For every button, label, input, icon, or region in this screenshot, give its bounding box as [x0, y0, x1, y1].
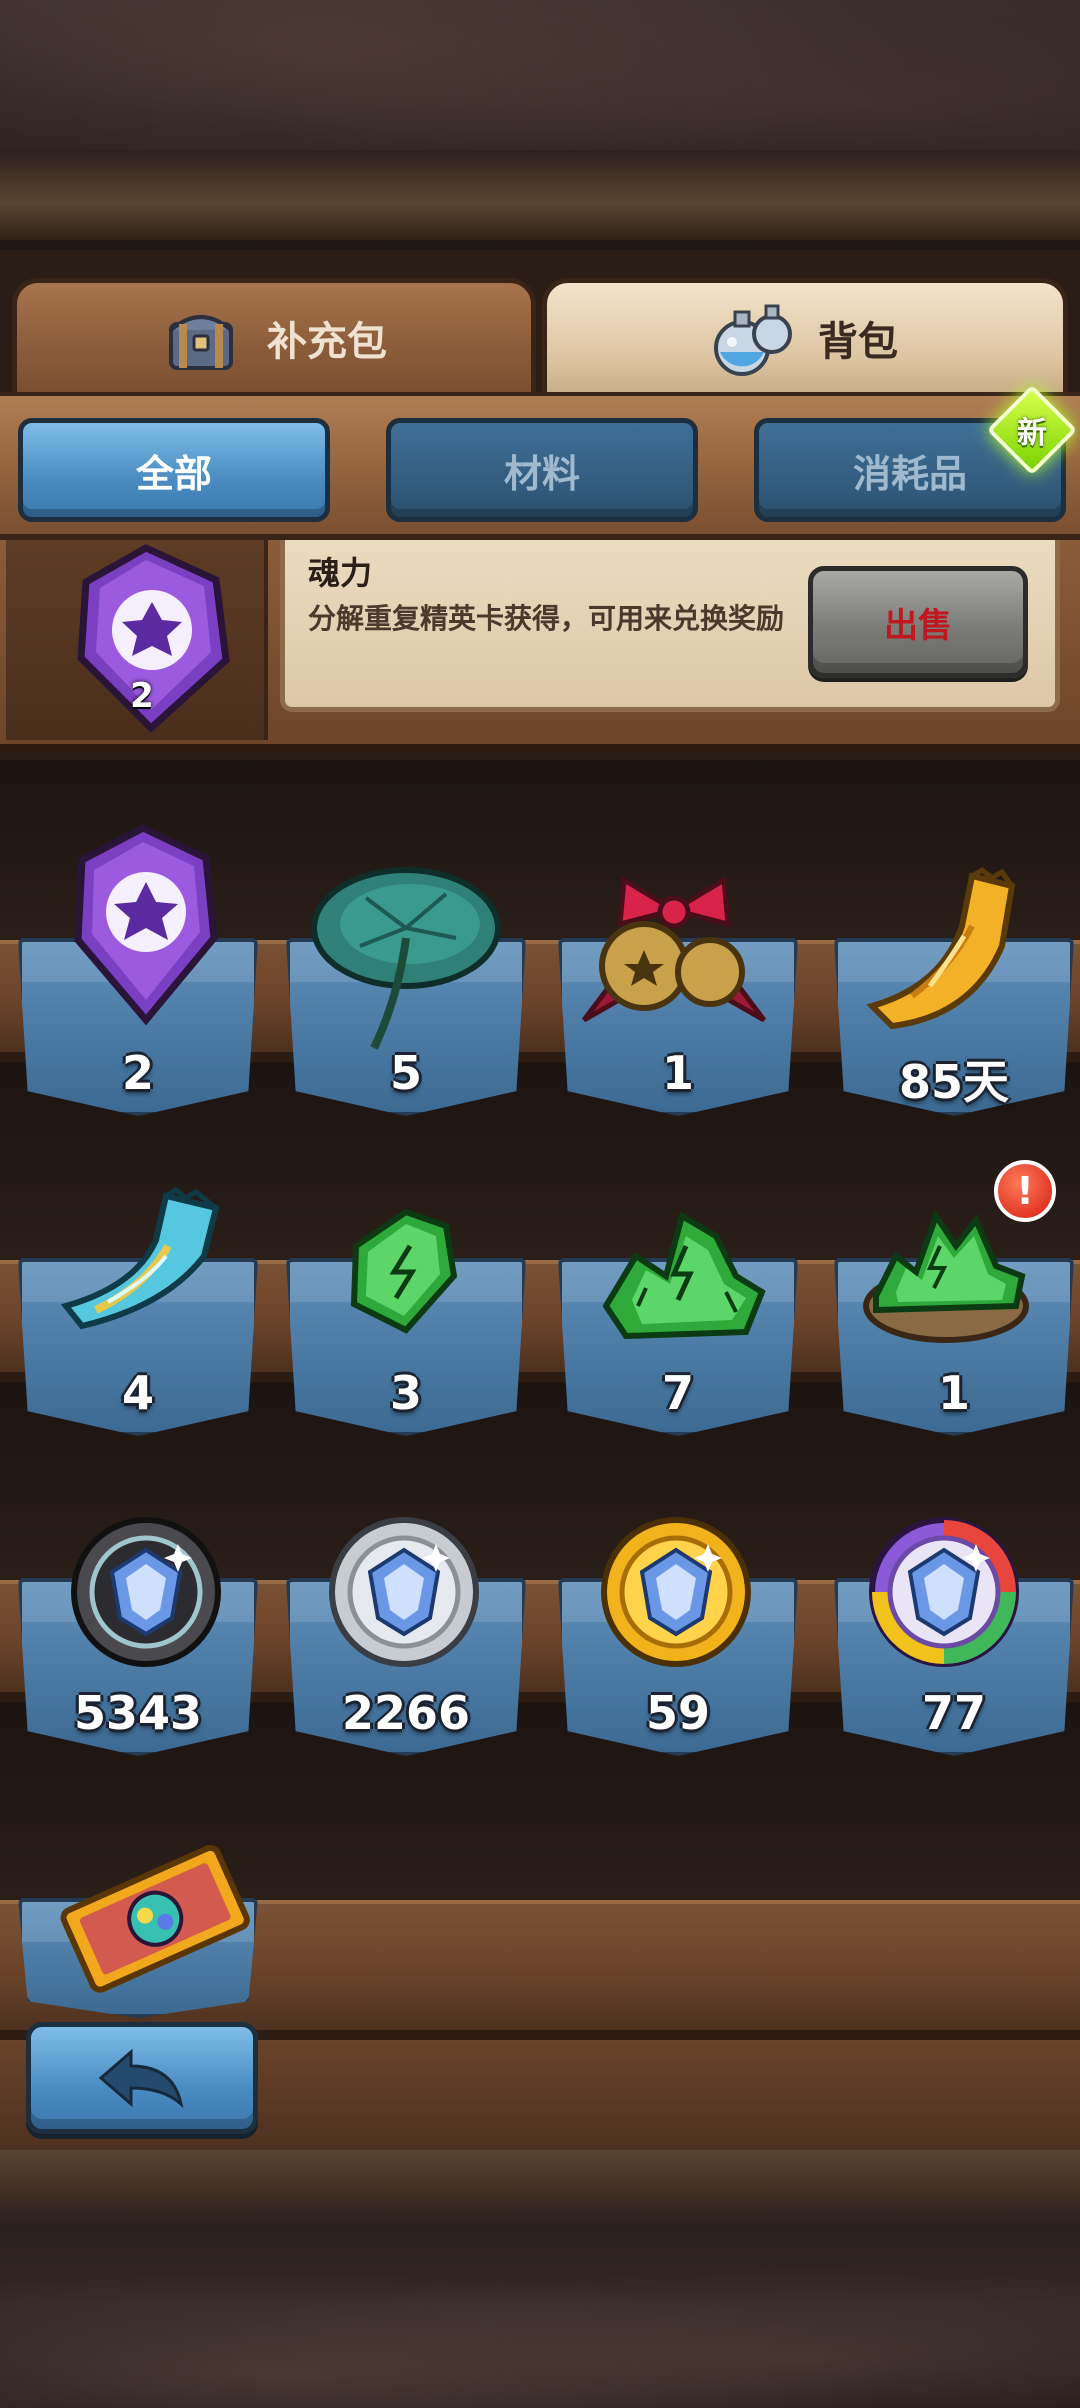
- subtab-materials[interactable]: 材料: [386, 418, 698, 522]
- sub-tab-bar: 全部 材料 消耗品: [0, 392, 1080, 540]
- tab-supply-pack-label: 补充包: [267, 319, 387, 365]
- item-count: 77: [921, 1686, 986, 1740]
- rainbow-gem-token-icon: [869, 1517, 1019, 1667]
- golden-bells-icon: [582, 875, 766, 1023]
- item-count: 3: [389, 1366, 422, 1420]
- blue-scroll-icon: [60, 1186, 220, 1330]
- chest-icon: [161, 298, 241, 378]
- detail-count: 2: [130, 676, 154, 716]
- item-count: 2266: [341, 1686, 471, 1740]
- golden-ticket-icon: [60, 1844, 250, 1993]
- new-badge-label: 新: [1017, 416, 1047, 451]
- alert-badge: !: [994, 1160, 1056, 1222]
- tab-backpack-label: 背包: [818, 319, 898, 365]
- silver-gem-token-icon: [329, 1517, 479, 1667]
- item-count: 5: [389, 1046, 422, 1100]
- potion-bottles-icon: [712, 298, 792, 378]
- lotus-leaf-icon: [311, 867, 501, 1050]
- item-count: 5343: [73, 1686, 203, 1740]
- item-count: 7: [661, 1366, 694, 1420]
- item-count: 2: [121, 1046, 154, 1100]
- black-gem-token-icon: [71, 1517, 221, 1667]
- back-button[interactable]: [26, 2022, 258, 2134]
- green-crystal-pile-icon: [602, 1211, 766, 1340]
- gold-gem-token-icon: [601, 1517, 751, 1667]
- purple-soul-gem-icon: [74, 824, 218, 1026]
- item-count: 4: [121, 1366, 154, 1420]
- item-count: 59: [645, 1686, 710, 1740]
- golden-scroll-icon: [866, 866, 1016, 1030]
- subtab-all[interactable]: 全部: [18, 418, 330, 522]
- top-wood-rim: [0, 150, 1080, 240]
- item-count: 85天: [898, 1055, 1009, 1109]
- bottom-backdrop-glow: [0, 2240, 1080, 2408]
- detail-item-description: 分解重复精英卡获得，可用来兑换奖励: [308, 602, 785, 635]
- item-count: 1: [937, 1366, 970, 1420]
- item-count: 1: [661, 1046, 694, 1100]
- back-arrow-icon: [98, 2048, 184, 2108]
- sell-button[interactable]: 出售: [808, 566, 1028, 678]
- tab-backpack[interactable]: 背包: [542, 278, 1068, 398]
- detail-item-name: 魂力: [308, 554, 373, 592]
- green-crystal-icon: [350, 1208, 458, 1334]
- tab-supply-pack[interactable]: 补充包: [12, 278, 536, 398]
